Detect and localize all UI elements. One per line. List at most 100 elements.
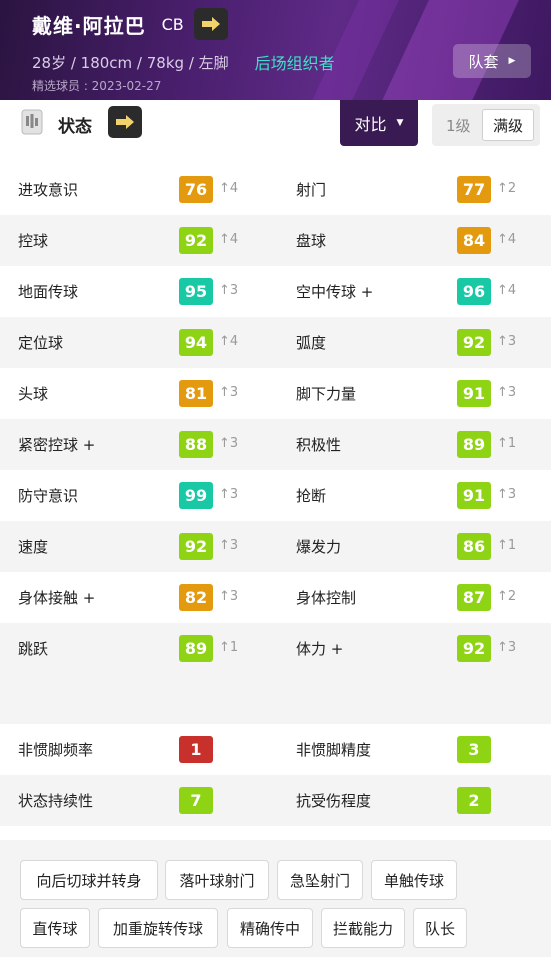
attribute-value-badge: 89 [179, 635, 213, 662]
attribute-row: 控球 92 ↑4 盘球 84 ↑4 [0, 215, 551, 266]
attribute-name: 体力 + [296, 640, 344, 658]
attribute-value-badge: 91 [457, 482, 491, 509]
attribute-name: 地面传球 [18, 283, 79, 301]
level-toggle: 1级 满级 [432, 104, 540, 146]
attribute-name: 非惯脚精度 [296, 741, 372, 759]
attribute-name: 身体控制 [296, 589, 357, 607]
attribute-increase: ↑3 [219, 589, 239, 604]
attribute-increase: ↑1 [497, 436, 517, 451]
attribute-name: 身体接触 + [18, 589, 96, 607]
attribute-value-badge: 7 [179, 787, 213, 814]
skills-panel: 向后切球并转身 落叶球射门 急坠射门 单触传球直传球 加重旋转传球 精确传中 拦截能力 队长 [0, 840, 551, 957]
name-row: 戴维·阿拉巴 CB [32, 8, 228, 40]
attribute-increase: ↑4 [219, 232, 239, 247]
attribute-value-badge: 84 [457, 227, 491, 254]
attribute-name: 头球 [18, 385, 49, 403]
attribute-increase: ↑1 [219, 640, 239, 655]
attribute-name: 脚下力量 [296, 385, 357, 403]
attribute-increase: ↑4 [497, 283, 517, 298]
hidden-attribute-table: 非惯脚频率 1 非惯脚精度 3 状态持续性 7 抗受伤程度 2 [0, 724, 551, 826]
attribute-name: 状态持续性 [18, 792, 94, 810]
attribute-increase: ↑3 [497, 640, 517, 655]
attribute-increase: ↑3 [219, 538, 239, 553]
attribute-name: 非惯脚频率 [18, 741, 94, 759]
skill-tag[interactable]: 向后切球并转身 [20, 860, 158, 900]
status-label: 状态 [58, 117, 92, 137]
skill-tag[interactable]: 落叶球射门 [165, 860, 269, 900]
attribute-name: 积极性 [296, 436, 342, 454]
skill-tag[interactable]: 单触传球 [371, 860, 457, 900]
player-name: 戴维·阿拉巴 [32, 13, 146, 38]
attribute-increase: ↑3 [497, 487, 517, 502]
attribute-name: 抗受伤程度 [296, 792, 372, 810]
attribute-row: 定位球 94 ↑4 弧度 92 ↑3 [0, 317, 551, 368]
attribute-name: 射门 [296, 181, 327, 199]
player-switch-button[interactable] [193, 8, 228, 40]
attribute-increase: ↑4 [497, 232, 517, 247]
attribute-row: 紧密控球 + 88 ↑3 积极性 89 ↑1 [0, 419, 551, 470]
attribute-value-badge: 2 [457, 787, 491, 814]
attribute-row: 地面传球 95 ↑3 空中传球 + 96 ↑4 [0, 266, 551, 317]
attribute-value-badge: 92 [457, 635, 491, 662]
skill-tag[interactable]: 急坠射门 [277, 860, 363, 900]
attribute-increase: ↑3 [219, 487, 239, 502]
attribute-value-badge: 99 [179, 482, 213, 509]
attribute-name: 防守意识 [18, 487, 79, 505]
compare-label: 对比 [354, 115, 387, 134]
arrow-right-icon [116, 115, 134, 129]
attribute-value-badge: 77 [457, 176, 491, 203]
attribute-value-badge: 81 [179, 380, 213, 407]
attribute-increase: ↑3 [497, 385, 517, 400]
skill-tag[interactable]: 直传球 [20, 908, 90, 948]
attribute-increase: ↑3 [219, 436, 239, 451]
caret-right-icon: ▶ [508, 56, 516, 66]
attribute-row: 非惯脚频率 1 非惯脚精度 3 [0, 724, 551, 775]
attribute-name: 弧度 [296, 334, 327, 352]
status-arrow-button[interactable] [108, 106, 142, 138]
attribute-name: 爆发力 [296, 538, 342, 556]
attribute-value-badge: 95 [179, 278, 213, 305]
attribute-value-badge: 88 [179, 431, 213, 458]
attribute-name: 空中传球 + [296, 283, 374, 301]
stats-toolbar: 状态 对比 ▼ 1级 满级 [0, 100, 551, 164]
skill-tag[interactable]: 拦截能力 [321, 908, 405, 948]
attribute-value-badge: 91 [457, 380, 491, 407]
attribute-row: 防守意识 99 ↑3 抢断 91 ↑3 [0, 470, 551, 521]
attribute-increase: ↑2 [497, 589, 517, 604]
caret-down-icon: ▼ [396, 118, 404, 128]
player-position: CB [161, 14, 184, 34]
player-role[interactable]: 后场组织者 [255, 50, 335, 74]
attribute-increase: ↑3 [219, 283, 239, 298]
attribute-table: 进攻意识 76 ↑4 射门 77 ↑2 控球 92 ↑4 盘球 84 ↑4 地面传球 95 ↑3 空中传球 +… [0, 164, 551, 674]
attribute-row: 进攻意识 76 ↑4 射门 77 ↑2 [0, 164, 551, 215]
attribute-value-badge: 92 [457, 329, 491, 356]
attribute-value-badge: 3 [457, 736, 491, 763]
attribute-name: 跳跃 [18, 640, 49, 658]
attribute-increase: ↑3 [497, 334, 517, 349]
compare-dropdown[interactable]: 对比 ▼ [340, 100, 418, 146]
level-1-option[interactable]: 1级 [446, 115, 471, 136]
kit-button[interactable]: 队套 ▶ [453, 44, 531, 78]
attribute-value-badge: 92 [179, 227, 213, 254]
attribute-value-badge: 1 [179, 736, 213, 763]
attribute-increase: ↑3 [219, 385, 239, 400]
player-header: 戴维·阿拉巴 CB 28岁 / 180cm / 78kg / 左脚 后场组织者 … [0, 0, 551, 100]
attribute-name: 定位球 [18, 334, 64, 352]
attribute-value-badge: 87 [457, 584, 491, 611]
skill-tag[interactable]: 加重旋转传球 [98, 908, 218, 948]
level-max-option[interactable]: 满级 [482, 109, 534, 141]
attribute-row: 身体接触 + 82 ↑3 身体控制 87 ↑2 [0, 572, 551, 623]
attribute-increase: ↑4 [219, 181, 239, 196]
skill-tag[interactable]: 队长 [413, 908, 467, 948]
skill-tag[interactable]: 精确传中 [227, 908, 313, 948]
kit-button-label: 队套 [468, 52, 499, 71]
attribute-name: 抢断 [296, 487, 327, 505]
attribute-name: 控球 [18, 232, 49, 250]
attribute-name: 进攻意识 [18, 181, 79, 199]
attribute-increase: ↑2 [497, 181, 517, 196]
attribute-name: 速度 [18, 538, 49, 556]
attribute-value-badge: 82 [179, 584, 213, 611]
attribute-row: 状态持续性 7 抗受伤程度 2 [0, 775, 551, 826]
attribute-value-badge: 86 [457, 533, 491, 560]
attribute-value-badge: 76 [179, 176, 213, 203]
